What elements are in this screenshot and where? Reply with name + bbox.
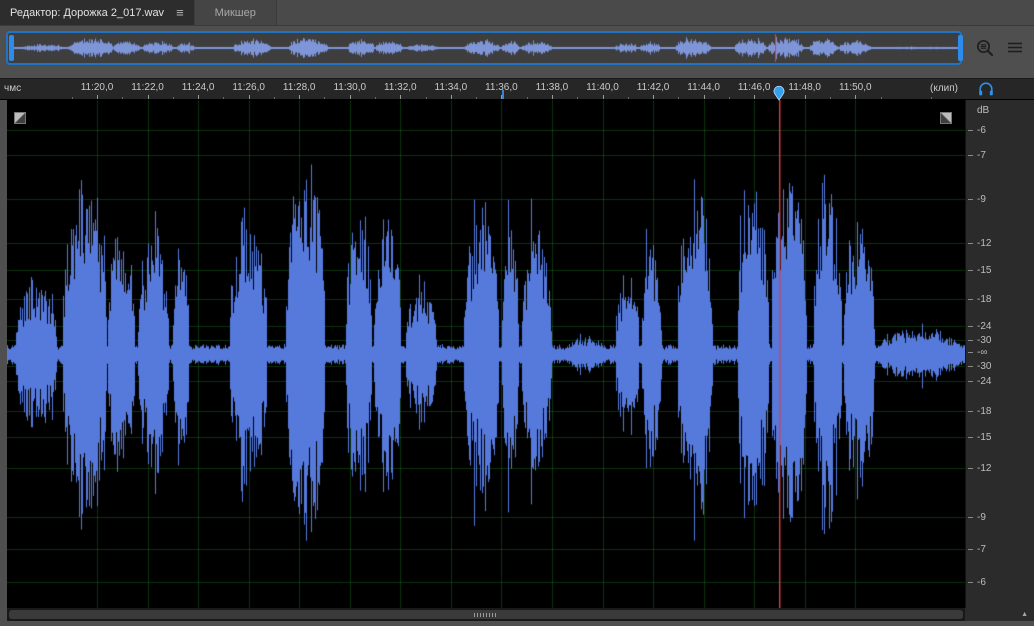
ruler-tick-mark (248, 95, 250, 99)
ruler-tick-mark (653, 95, 655, 99)
db-scale-label: -12 (968, 463, 991, 474)
db-scale-label: -6 (968, 125, 986, 136)
db-scale-label: -9 (968, 512, 986, 523)
list-lines-icon (1008, 42, 1022, 53)
waveform-display[interactable] (7, 100, 965, 608)
ruler-tick-mark (147, 95, 149, 99)
ruler-tick-label: 11:24,0 (181, 82, 215, 93)
scroll-up-arrow[interactable]: ▲ (1021, 611, 1028, 618)
ruler-tick-label: 11:50,0 (838, 82, 872, 93)
ruler-minor-tick (273, 97, 275, 99)
db-scale-label: -∞ (968, 347, 987, 358)
ruler-tick-label: 11:22,0 (131, 82, 164, 93)
ruler-tick-label: 11:40,0 (586, 82, 619, 93)
db-scale-label: -18 (968, 406, 991, 417)
ruler-tick-label: 11:44,0 (687, 82, 720, 93)
ruler-minor-tick (829, 97, 831, 99)
scrollbar-thumb[interactable] (9, 610, 963, 619)
ruler-minor-tick (577, 97, 579, 99)
ruler-tick-mark (602, 95, 604, 99)
magnifier-icon (976, 39, 994, 57)
tab-mixer-label: Микшер (214, 6, 256, 19)
tab-mixer[interactable]: Микшер (193, 0, 277, 25)
ruler-tick-mark (804, 95, 806, 99)
ruler-tick-label: 11:34,0 (434, 82, 468, 93)
ruler-minor-tick (71, 97, 73, 99)
clip-boundary-marker (502, 90, 504, 99)
ruler-minor-tick (223, 97, 225, 99)
zoom-selection-button[interactable] (972, 35, 998, 61)
audio-editor-window: Редактор: Дорожка 2_017.wav ≡ Микшер чмс… (0, 0, 1034, 626)
ruler-minor-tick (425, 97, 427, 99)
ruler-tick-mark (299, 95, 301, 99)
ruler-tick-mark (754, 95, 756, 99)
ruler-tick-label: 11:26,0 (232, 82, 265, 93)
db-scale-label: -24 (968, 376, 991, 387)
fade-in-handle[interactable] (14, 112, 26, 124)
overview-waveform (14, 34, 958, 62)
ruler-tick-label: 11:42,0 (636, 82, 670, 93)
horizontal-scrollbar[interactable] (7, 608, 965, 621)
ruler-clip-label: (клип) (930, 83, 958, 94)
ruler-tick-mark (400, 95, 402, 99)
ruler-minor-tick (678, 97, 680, 99)
db-scale-label: -15 (968, 432, 991, 443)
tab-editor-label: Редактор: Дорожка 2_017.wav (10, 6, 165, 19)
monitor-headphones-icon[interactable] (978, 81, 994, 97)
ruler-minor-tick (476, 97, 478, 99)
ruler-minor-tick (880, 97, 882, 99)
ruler-tick-label: 11:30,0 (333, 82, 367, 93)
fade-out-handle[interactable] (940, 112, 952, 124)
db-scale-label: -18 (968, 294, 991, 305)
ruler-minor-tick (172, 97, 174, 99)
ruler-tick-label: 11:48,0 (788, 82, 821, 93)
ruler-tick-mark (198, 95, 200, 99)
playhead-marker[interactable] (773, 85, 785, 101)
ruler-tick-mark (349, 95, 351, 99)
timeline-ruler[interactable]: чмс (клип) 11:20,0 11:22,0 11:24,0 11:26,0 1… (0, 78, 1034, 101)
ruler-unit-label: чмс (4, 83, 22, 94)
db-scale-label: -7 (968, 150, 986, 161)
db-scale-label: -12 (968, 238, 991, 249)
scale-scroll-corner: ▲ (965, 608, 1034, 621)
ruler-minor-tick (526, 97, 528, 99)
ruler-tick-mark (551, 95, 553, 99)
ruler-minor-tick (627, 97, 629, 99)
panel-tab-bar: Редактор: Дорожка 2_017.wav ≡ Микшер (0, 0, 1034, 26)
ruler-tick-mark (450, 95, 452, 99)
db-scale: dB -6 -7 -9 -12 -15 -18 -24 -30 -∞ -30 -24 -18 -15 -1… (965, 100, 1034, 608)
ruler-tick-label: 11:38,0 (535, 82, 569, 93)
ruler-tick-mark (855, 95, 857, 99)
db-scale-label: -7 (968, 544, 986, 555)
db-scale-label: -30 (968, 335, 991, 346)
db-scale-label: -30 (968, 361, 991, 372)
ruler-tick-mark (97, 95, 98, 99)
playhead-pin-icon (773, 85, 785, 101)
db-scale-label: -15 (968, 265, 991, 276)
ruler-tick-label: 11:46,0 (737, 82, 771, 93)
ruler-minor-tick (375, 97, 377, 99)
panel-menu-icon[interactable]: ≡ (176, 5, 184, 20)
db-scale-label: -24 (968, 321, 991, 332)
ruler-tick-label: 11:32,0 (383, 82, 417, 93)
ruler-minor-tick (728, 97, 730, 99)
ruler-tick-mark (703, 95, 705, 99)
ruler-tick-label: 11:28,0 (282, 82, 316, 93)
tab-editor[interactable]: Редактор: Дорожка 2_017.wav ≡ (0, 0, 194, 25)
db-scale-label: -6 (968, 577, 986, 588)
panel-options-button[interactable] (1002, 35, 1028, 61)
db-scale-label: -9 (968, 194, 986, 205)
overview-right-handle[interactable] (958, 35, 963, 61)
ruler-minor-tick (931, 97, 933, 99)
scrollbar-grip (474, 612, 498, 617)
ruler-minor-tick (122, 97, 124, 99)
overview-navigator[interactable] (6, 31, 963, 65)
ruler-minor-tick (324, 97, 326, 99)
ruler-tick-label: 11:20,0 (80, 82, 114, 93)
